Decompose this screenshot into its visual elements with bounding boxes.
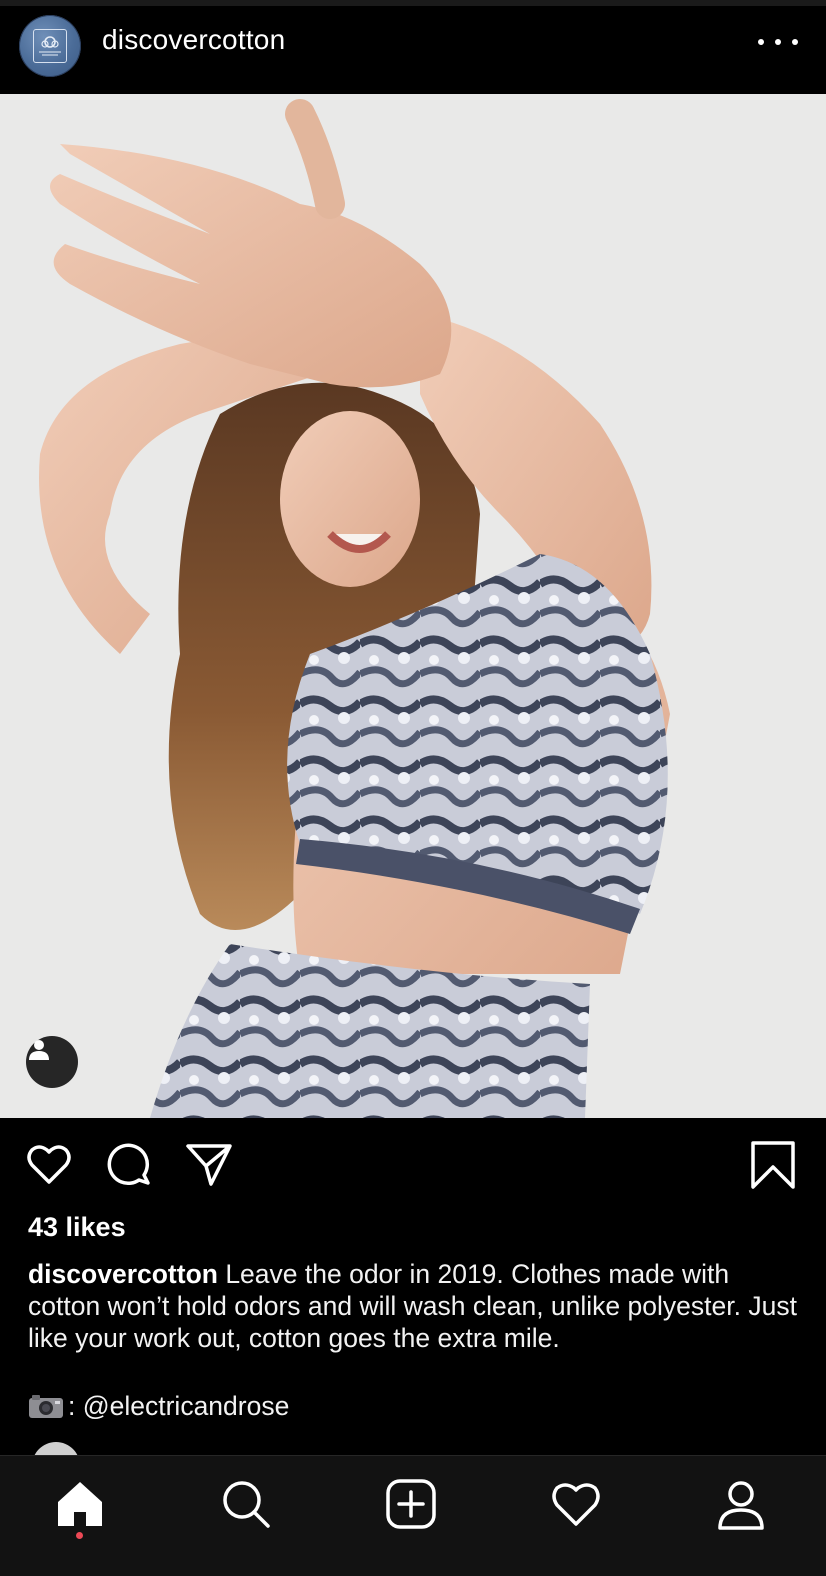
search-icon[interactable] — [218, 1476, 274, 1532]
heart-icon[interactable] — [24, 1140, 74, 1190]
camera-emoji — [29, 1395, 63, 1418]
cotton-logo-icon — [33, 29, 67, 63]
home-notification-dot — [76, 1532, 83, 1539]
new-post-icon[interactable] — [383, 1476, 439, 1532]
photo-credit: : @electricandrose — [28, 1390, 289, 1422]
comment-icon[interactable] — [104, 1140, 154, 1190]
home-icon[interactable] — [52, 1476, 108, 1532]
caption-username[interactable]: discovercotton — [28, 1259, 218, 1289]
more-options-icon[interactable] — [758, 30, 798, 54]
post-actions — [0, 1140, 826, 1194]
post-photo[interactable] — [0, 94, 826, 1118]
bookmark-icon[interactable] — [748, 1140, 798, 1190]
bottom-navigation — [0, 1455, 826, 1576]
activity-heart-icon[interactable] — [548, 1476, 604, 1532]
post-header: discovercotton — [0, 6, 826, 94]
tagged-user-icon[interactable] — [26, 1036, 78, 1088]
post-caption: discovercotton Leave the odor in 2019. C… — [28, 1258, 798, 1354]
share-icon[interactable] — [184, 1140, 234, 1190]
photo-credit-text[interactable]: : @electricandrose — [68, 1390, 289, 1422]
post-username[interactable]: discovercotton — [102, 24, 285, 56]
likes-count[interactable]: 43 likes — [28, 1212, 126, 1243]
profile-avatar[interactable] — [19, 15, 81, 77]
profile-icon[interactable] — [713, 1476, 769, 1532]
